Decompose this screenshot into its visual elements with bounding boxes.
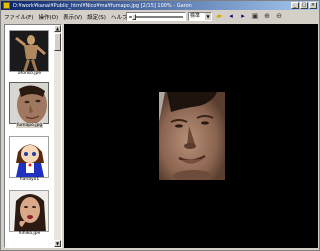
sidebar-scrollbar[interactable]: ▲ ▼ <box>54 25 61 247</box>
scroll-thumb[interactable] <box>54 33 61 51</box>
slider-track <box>129 15 183 18</box>
app-icon[interactable] <box>3 2 10 9</box>
thumbnail-image <box>9 30 49 72</box>
title-bar[interactable]: D:¥work¥kanai¥Public_html¥Nico¥ma¥fumapo… <box>1 1 319 10</box>
app-window: D:¥work¥kanai¥Public_html¥Nico¥ma¥fumapo… <box>0 0 320 251</box>
zoom-out-icon[interactable]: ⊖ <box>274 11 284 21</box>
thumbnail-panel[interactable]: afonso.jpe fumapo.jpg hanayo1 hihiko.jpe… <box>4 24 62 248</box>
thumbnail-image <box>9 190 49 232</box>
thumbnail-image <box>9 82 49 124</box>
zoom-in-icon[interactable]: ⊕ <box>262 11 272 21</box>
next-icon[interactable]: ▸ <box>238 11 248 21</box>
prev-icon[interactable]: ◂ <box>226 11 236 21</box>
folder-icon[interactable]: ▰ <box>214 11 224 21</box>
position-slider[interactable] <box>126 11 186 21</box>
thumbnail-filename: hanayo1 <box>19 177 40 182</box>
thumbnail-item[interactable]: hihiko.jpe <box>5 187 54 239</box>
menu-settings[interactable]: 設定(S) <box>87 13 106 21</box>
thumbnail-item[interactable]: afonso.jpe <box>5 27 54 79</box>
main-image <box>159 92 225 180</box>
menu-operation[interactable]: 操作(O) <box>38 13 58 21</box>
slider-thumb[interactable] <box>132 13 136 20</box>
chevron-down-icon[interactable]: ▼ <box>205 12 211 20</box>
zoom-fit-icon[interactable]: ▣ <box>250 11 260 21</box>
close-button[interactable]: × <box>309 2 317 9</box>
scroll-down-icon[interactable]: ▼ <box>54 240 61 247</box>
zoom-select[interactable]: 標準 ▼ <box>188 11 212 21</box>
thumbnail-filename: fumapo.jpg <box>15 123 44 128</box>
thumbnail-filename: afonso.jpe <box>17 71 42 76</box>
thumbnail-item-selected[interactable]: fumapo.jpg <box>5 79 54 131</box>
window-title: D:¥work¥kanai¥Public_html¥Nico¥ma¥fumapo… <box>13 2 192 9</box>
maximize-button[interactable]: □ <box>300 2 308 9</box>
menu-view[interactable]: 表示(V) <box>63 13 82 21</box>
image-viewer[interactable] <box>64 24 318 248</box>
thumbnail-filename: hihiko.jpe <box>18 231 41 236</box>
thumbnail-image <box>9 136 49 178</box>
scroll-up-icon[interactable]: ▲ <box>54 25 61 32</box>
toolbar: 標準 ▼ ▰ ◂ ▸ ▣ ⊕ ⊖ <box>126 11 284 21</box>
menu-file[interactable]: ファイル(F) <box>4 13 33 21</box>
thumbnail-item[interactable]: hanayo1 <box>5 133 54 185</box>
minimize-button[interactable]: _ <box>291 2 299 9</box>
zoom-select-value: 標準 <box>190 12 201 19</box>
